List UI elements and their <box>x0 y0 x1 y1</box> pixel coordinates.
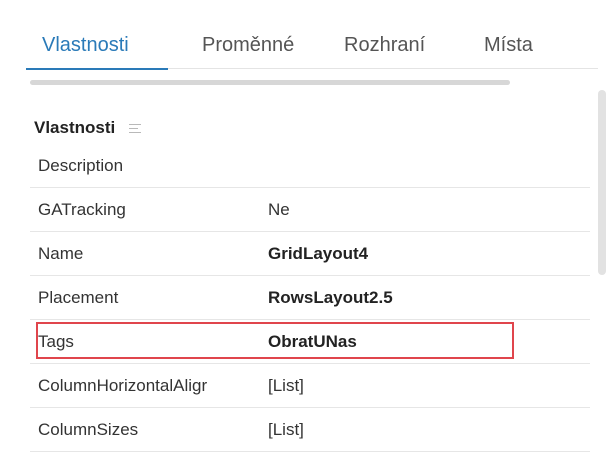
property-row[interactable]: Tags ObratUNas <box>30 320 590 364</box>
property-value[interactable]: GridLayout4 <box>268 244 368 264</box>
horizontal-scrollbar[interactable] <box>30 80 510 85</box>
property-key: Description <box>38 155 124 175</box>
properties-panel: Vlastnosti Proměnné Rozhraní Místa Vlast… <box>0 0 614 452</box>
tab-rozhrani[interactable]: Rozhraní <box>344 34 425 57</box>
property-key: Tags <box>38 331 74 351</box>
property-value[interactable]: ObratUNas <box>268 332 357 352</box>
list-sort-icon[interactable] <box>129 123 142 133</box>
tab-divider <box>168 68 598 69</box>
tab-vlastnosti[interactable]: Vlastnosti <box>42 34 129 57</box>
property-value[interactable]: Ne <box>268 200 290 220</box>
property-row[interactable]: Description <box>30 144 590 188</box>
property-key: Placement <box>38 287 119 307</box>
section-title: Vlastnosti <box>34 118 116 137</box>
property-value[interactable]: RowsLayout2.5 <box>268 288 393 308</box>
property-row[interactable]: ColumnHorizontalAligr [List] <box>30 364 590 408</box>
property-value[interactable]: [List] <box>268 420 304 440</box>
property-grid: Description GATracking Ne Name GridLayout4 Pl… <box>30 144 590 452</box>
tab-promenne[interactable]: Proměnné <box>202 34 294 57</box>
property-key: ColumnHorizontalAligr <box>38 375 208 395</box>
vertical-scrollbar[interactable] <box>598 90 606 275</box>
property-row[interactable]: ColumnSizes [List] <box>30 408 590 452</box>
property-row[interactable]: GATracking Ne <box>30 188 590 232</box>
property-row[interactable]: Name GridLayout4 <box>30 232 590 276</box>
section-header: Vlastnosti <box>34 116 142 140</box>
property-key: Name <box>38 243 84 263</box>
property-value[interactable]: [List] <box>268 376 304 396</box>
property-key: ColumnSizes <box>38 419 139 439</box>
active-tab-indicator <box>26 68 168 70</box>
property-row[interactable]: Placement RowsLayout2.5 <box>30 276 590 320</box>
tab-mista[interactable]: Místa <box>484 34 533 57</box>
property-key: GATracking <box>38 199 126 219</box>
tab-bar: Vlastnosti Proměnné Rozhraní Místa <box>26 20 614 70</box>
